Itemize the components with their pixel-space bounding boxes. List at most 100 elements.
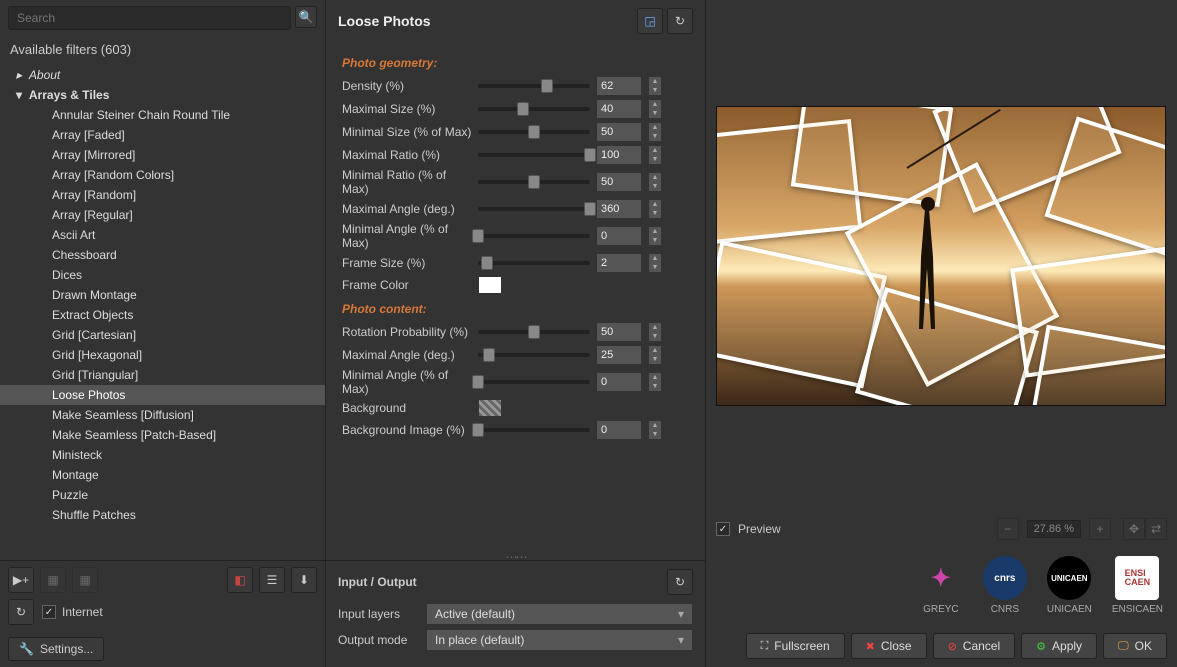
tree-about[interactable]: ▸ About xyxy=(0,65,325,85)
tree-item[interactable]: Array [Random] xyxy=(0,185,325,205)
param-value[interactable] xyxy=(596,199,642,219)
refresh-icon: ↻ xyxy=(16,605,26,619)
list-icon: ☰ xyxy=(267,573,278,587)
zoom-value[interactable]: 27.86 % xyxy=(1027,520,1081,538)
param-value[interactable] xyxy=(596,322,642,342)
param-slider[interactable] xyxy=(478,330,590,334)
param-spinner[interactable]: ▲▼ xyxy=(648,199,662,219)
param-spinner[interactable]: ▲▼ xyxy=(648,76,662,96)
preview-checkbox[interactable] xyxy=(716,522,730,536)
param-value[interactable] xyxy=(596,372,642,392)
section-geometry: Photo geometry: xyxy=(342,56,701,70)
param-spinner[interactable]: ▲▼ xyxy=(648,172,662,192)
tree-item[interactable]: Make Seamless [Patch-Based] xyxy=(0,425,325,445)
param-value[interactable] xyxy=(596,345,642,365)
param-slider[interactable] xyxy=(478,428,590,432)
cancel-button[interactable]: ⊘Cancel xyxy=(933,633,1016,659)
param-spinner[interactable]: ▲▼ xyxy=(648,322,662,342)
ok-button[interactable]: 🖵OK xyxy=(1103,633,1167,659)
tree-item[interactable]: Loose Photos xyxy=(0,385,325,405)
background-swatch[interactable] xyxy=(478,399,502,417)
zoom-out-button[interactable]: − xyxy=(997,518,1019,540)
input-layers-dropdown[interactable]: Active (default) xyxy=(426,603,693,625)
apply-button[interactable]: ⚙Apply xyxy=(1021,633,1097,659)
tree-item[interactable]: Shuffle Patches xyxy=(0,505,325,525)
tree-item[interactable]: Puzzle xyxy=(0,485,325,505)
tree-item[interactable]: Grid [Hexagonal] xyxy=(0,345,325,365)
param-slider[interactable] xyxy=(478,353,590,357)
params-scroll[interactable]: Photo geometry:Density (%)▲▼Maximal Size… xyxy=(326,42,705,554)
param-spinner[interactable]: ▲▼ xyxy=(648,122,662,142)
param-row: Minimal Angle (% of Max) ▲▼ xyxy=(342,222,701,250)
param-spinner[interactable]: ▲▼ xyxy=(648,372,662,392)
param-slider[interactable] xyxy=(478,180,590,184)
zoom-in-button[interactable]: + xyxy=(1089,518,1111,540)
tree-item[interactable]: Montage xyxy=(0,465,325,485)
nav-center-button[interactable]: ✥ xyxy=(1123,518,1145,540)
param-slider[interactable] xyxy=(478,380,590,384)
param-slider[interactable] xyxy=(478,84,590,88)
tree-item[interactable]: Array [Mirrored] xyxy=(0,145,325,165)
tree-item[interactable]: Annular Steiner Chain Round Tile xyxy=(0,105,325,125)
preview-image[interactable] xyxy=(716,106,1166,406)
add-filter-button[interactable]: ▶+ xyxy=(8,567,34,593)
unicaen-logo-icon: UNICAEN xyxy=(1047,556,1091,600)
param-slider[interactable] xyxy=(478,234,590,238)
tree-item[interactable]: Dices xyxy=(0,265,325,285)
download-button[interactable]: ⬇ xyxy=(291,567,317,593)
reset-params-button[interactable]: ↻ xyxy=(667,8,693,34)
param-slider[interactable] xyxy=(478,107,590,111)
param-spinner[interactable]: ▲▼ xyxy=(648,226,662,246)
internet-checkbox[interactable] xyxy=(42,605,56,619)
tree-item[interactable]: Make Seamless [Diffusion] xyxy=(0,405,325,425)
search-button[interactable]: 🔍 xyxy=(295,6,317,28)
expand-button[interactable]: ◲ xyxy=(637,8,663,34)
param-value[interactable] xyxy=(596,145,642,165)
param-spinner[interactable]: ▲▼ xyxy=(648,99,662,119)
param-slider[interactable] xyxy=(478,130,590,134)
param-spinner[interactable]: ▲▼ xyxy=(648,345,662,365)
palette-button[interactable]: ◧ xyxy=(227,567,253,593)
param-value[interactable] xyxy=(596,99,642,119)
refresh-button[interactable]: ↻ xyxy=(8,599,34,625)
list-button[interactable]: ☰ xyxy=(259,567,285,593)
tree-item[interactable]: Chessboard xyxy=(0,245,325,265)
tree-item[interactable]: Drawn Montage xyxy=(0,285,325,305)
tree-category[interactable]: ▾ Arrays & Tiles xyxy=(0,85,325,105)
tree-item[interactable]: Array [Regular] xyxy=(0,205,325,225)
param-slider[interactable] xyxy=(478,261,590,265)
param-value[interactable] xyxy=(596,253,642,273)
param-slider[interactable] xyxy=(478,207,590,211)
settings-button[interactable]: 🔧 Settings... xyxy=(8,637,104,661)
param-value[interactable] xyxy=(596,122,642,142)
tree-item[interactable]: Ascii Art xyxy=(0,225,325,245)
param-value[interactable] xyxy=(596,226,642,246)
fullscreen-button[interactable]: ⛶Fullscreen xyxy=(746,633,845,659)
param-value[interactable] xyxy=(596,420,642,440)
frame-color-swatch[interactable] xyxy=(478,276,502,294)
tree-item[interactable]: Array [Random Colors] xyxy=(0,165,325,185)
close-button[interactable]: ✖Close xyxy=(851,633,927,659)
param-label: Minimal Ratio (% of Max) xyxy=(342,168,472,196)
output-mode-dropdown[interactable]: In place (default) xyxy=(426,629,693,651)
param-row: Maximal Angle (deg.)▲▼ xyxy=(342,199,701,219)
param-spinner[interactable]: ▲▼ xyxy=(648,420,662,440)
param-slider[interactable] xyxy=(478,153,590,157)
tree-item[interactable]: Ministeck xyxy=(0,445,325,465)
param-value[interactable] xyxy=(596,172,642,192)
param-value[interactable] xyxy=(596,76,642,96)
nav-swap-button[interactable]: ⇄ xyxy=(1145,518,1167,540)
search-input[interactable] xyxy=(8,6,291,30)
tree-item[interactable]: Array [Faded] xyxy=(0,125,325,145)
io-reset-button[interactable]: ↻ xyxy=(667,569,693,595)
param-spinner[interactable]: ▲▼ xyxy=(648,253,662,273)
filter-tree[interactable]: ▸ About▾ Arrays & TilesAnnular Steiner C… xyxy=(0,63,325,560)
param-row: Maximal Angle (deg.)▲▼ xyxy=(342,345,701,365)
tree-item[interactable]: Grid [Triangular] xyxy=(0,365,325,385)
close-icon: ✖ xyxy=(866,640,875,653)
param-spinner[interactable]: ▲▼ xyxy=(648,145,662,165)
tree-item[interactable]: Grid [Cartesian] xyxy=(0,325,325,345)
tree-item[interactable]: Extract Objects xyxy=(0,305,325,325)
param-label: Minimal Angle (% of Max) xyxy=(342,222,472,250)
toolbar-btn-3: ▦ xyxy=(72,567,98,593)
